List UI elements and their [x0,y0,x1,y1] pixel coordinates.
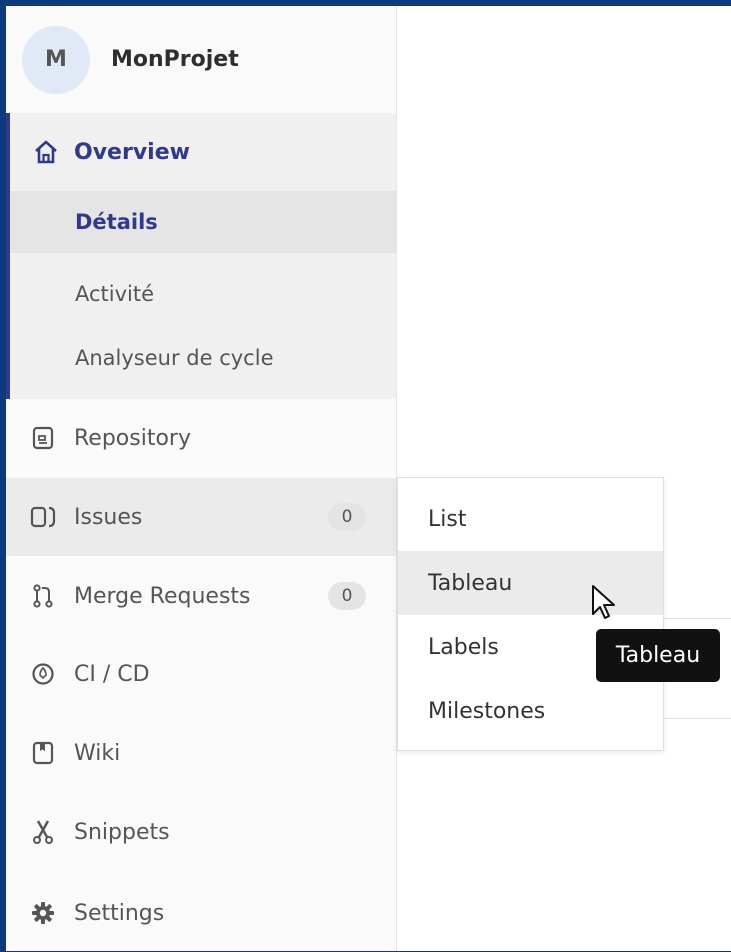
project-name: MonProjet [111,47,239,72]
sidebar-item-settings[interactable]: Settings [6,874,396,952]
flyout-item-label: Milestones [428,698,546,724]
sidebar-item-label: CI / CD [74,661,150,687]
gear-icon [30,900,56,926]
sidebar-item-snippets[interactable]: Snippets [6,793,396,871]
flyout-item-label: Tableau [428,570,513,596]
merge-requests-count-badge: 0 [328,582,366,610]
merge-request-icon [30,583,56,609]
sidebar-item-label: Overview [74,139,190,165]
project-avatar: M [22,25,90,94]
rocket-icon [30,661,56,687]
flyout-item-label: Labels [428,634,499,660]
sidebar: M MonProjet Overview Détails Activité An… [6,6,397,951]
sidebar-subitem-activity[interactable]: Activité [10,263,396,325]
sidebar-item-label: Repository [74,425,191,451]
sidebar-subitem-label: Détails [75,210,158,234]
sidebar-item-overview[interactable]: Overview [10,113,396,191]
sidebar-subitem-label: Activité [75,282,155,306]
sidebar-subitem-details[interactable]: Détails [10,191,396,253]
sidebar-subitem-label: Analyseur de cycle [75,346,274,370]
home-icon [32,138,60,166]
sidebar-item-label: Merge Requests [74,583,251,609]
sidebar-subitem-cycle-analytics[interactable]: Analyseur de cycle [10,327,396,389]
sidebar-item-label: Snippets [74,819,170,845]
scissors-icon [30,819,56,845]
sidebar-item-label: Settings [74,900,165,926]
sidebar-item-repository[interactable]: Repository [6,399,396,477]
flyout-item-label: List [428,506,467,532]
sidebar-item-label: Wiki [74,740,121,766]
flyout-item-list[interactable]: List [398,487,663,551]
sidebar-item-merge-requests[interactable]: Merge Requests 0 [6,557,396,635]
flyout-item-board[interactable]: Tableau [398,551,663,615]
book-icon [30,740,56,766]
sidebar-item-issues[interactable]: Issues 0 [6,478,396,556]
sidebar-item-label: Issues [74,504,143,530]
sidebar-item-wiki[interactable]: Wiki [6,714,396,792]
tooltip: Tableau [596,629,720,682]
app-frame: M MonProjet Overview Détails Activité An… [6,6,731,951]
document-icon [30,425,56,451]
overview-section: Overview Détails Activité Analyseur de c… [6,113,396,399]
issues-count-badge: 0 [328,503,366,531]
issues-icon [30,504,56,530]
mouse-pointer-icon [592,585,615,619]
project-header[interactable]: M MonProjet [6,6,396,113]
issues-flyout-menu: List Tableau Labels Milestones [397,477,664,751]
flyout-item-milestones[interactable]: Milestones [398,679,663,743]
sidebar-item-ci-cd[interactable]: CI / CD [6,635,396,713]
